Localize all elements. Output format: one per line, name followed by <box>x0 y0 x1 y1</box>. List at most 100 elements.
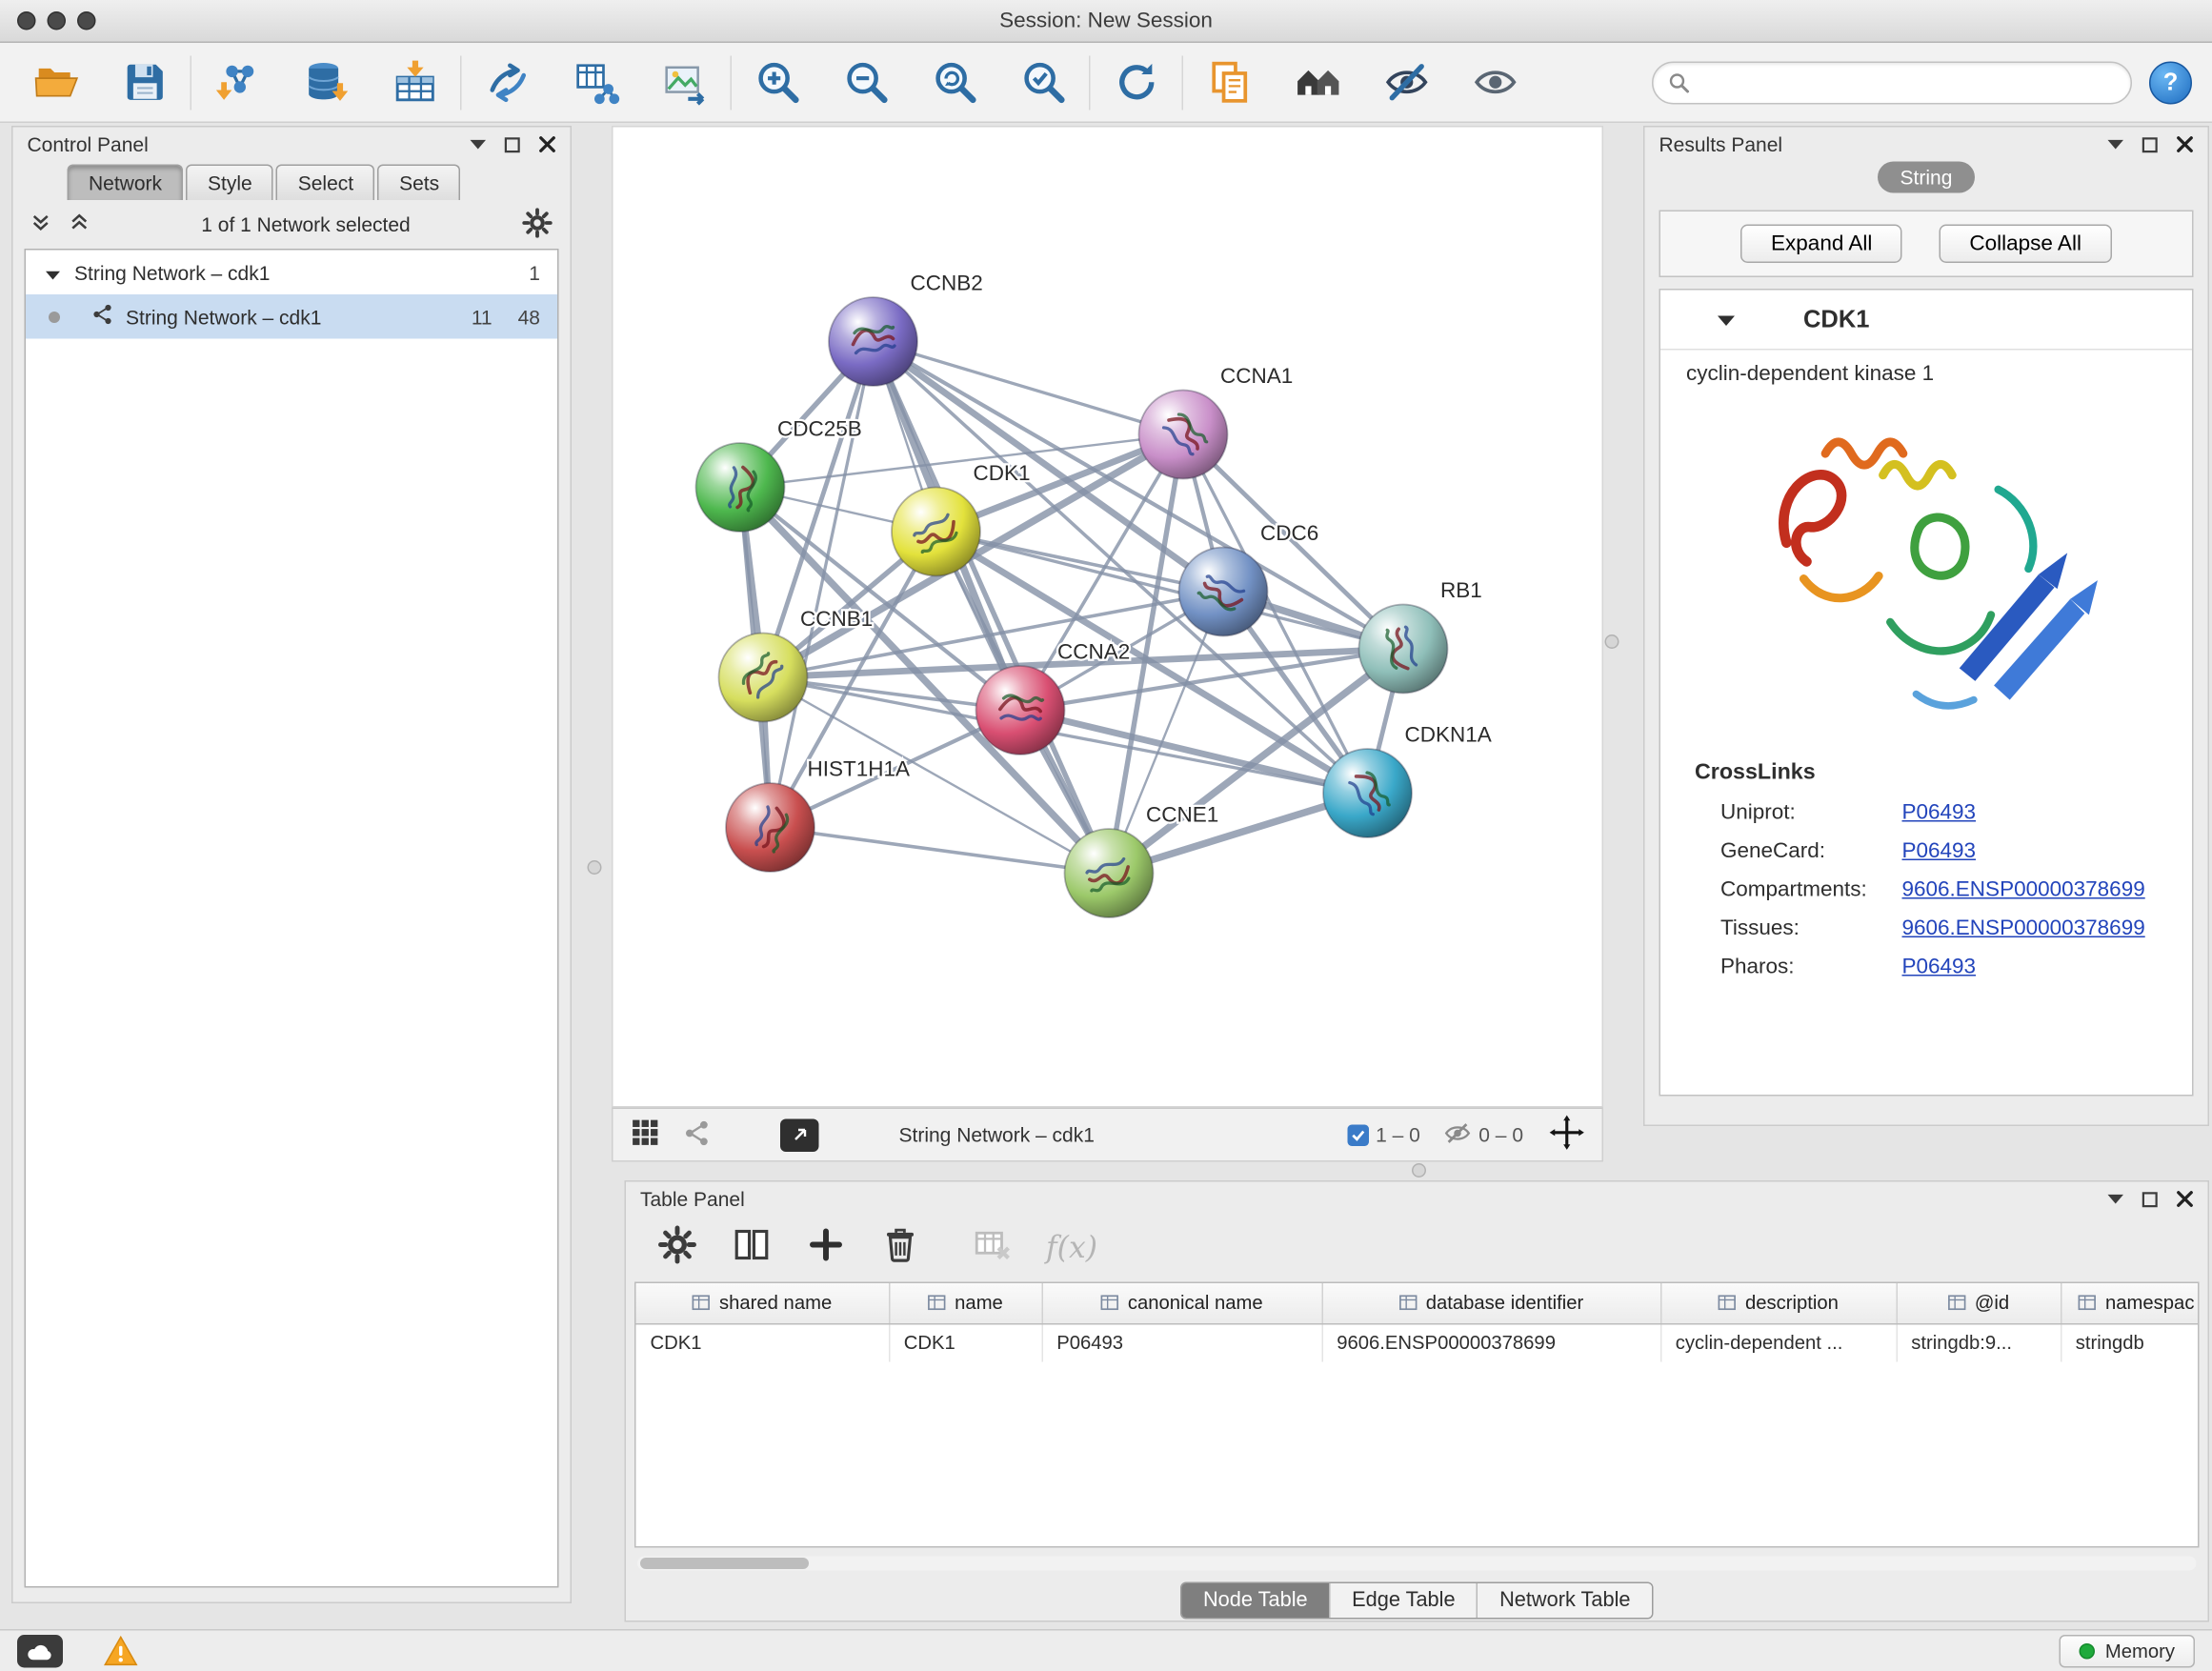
network-node-rb1[interactable] <box>1359 605 1448 694</box>
crosslink-genecard-link[interactable]: P06493 <box>1902 839 1977 864</box>
column-header-shared-name[interactable]: shared name <box>636 1283 890 1323</box>
detach-view-button[interactable] <box>780 1118 819 1152</box>
network-from-table-button[interactable] <box>569 55 623 110</box>
table-row[interactable]: CDK1 CDK1 P06493 9606.ENSP00000378699 cy… <box>636 1323 2200 1362</box>
zoom-fit-button[interactable] <box>928 55 982 110</box>
network-node-cdc25b[interactable] <box>696 443 785 532</box>
home-button[interactable] <box>1291 55 1345 110</box>
network-edge[interactable] <box>874 342 1184 435</box>
bottom-splitter-handle[interactable] <box>1412 1163 1426 1178</box>
network-node-ccna1[interactable] <box>1139 391 1228 479</box>
crosslink-tissues-link[interactable]: 9606.ENSP00000378699 <box>1902 916 2145 941</box>
zoom-in-button[interactable] <box>751 55 805 110</box>
column-header-description[interactable]: description <box>1660 1283 1897 1323</box>
expand-all-button[interactable]: Expand All <box>1741 225 1902 264</box>
export-image-button[interactable] <box>657 55 712 110</box>
collapse-section-icon[interactable] <box>1718 307 1735 332</box>
collapse-all-networks-icon[interactable] <box>30 211 52 237</box>
hide-selected-button[interactable] <box>1379 55 1434 110</box>
cloud-services-button[interactable] <box>17 1635 63 1668</box>
crosslink-uniprot-link[interactable]: P06493 <box>1902 800 1977 825</box>
network-graph[interactable]: CCNB2CCNA1CDC25BCDK1CDC6RB1CCNB1CCNA2CDK… <box>613 128 1605 1110</box>
table-settings-gear-icon[interactable] <box>657 1224 697 1272</box>
tab-string-results[interactable]: String <box>1878 162 1976 193</box>
collection-expand-icon[interactable] <box>46 261 60 284</box>
table-horizontal-scrollbar[interactable] <box>637 1557 2197 1571</box>
protein-card-header[interactable]: CDK1 <box>1660 291 2192 351</box>
network-selection-status: 1 of 1 Network selected <box>108 213 505 236</box>
panel-float-icon[interactable] <box>505 136 521 152</box>
help-button[interactable]: ? <box>2149 61 2192 104</box>
column-header-database-identifier[interactable]: database identifier <box>1322 1283 1661 1323</box>
show-columns-icon[interactable] <box>732 1224 772 1272</box>
show-all-button[interactable] <box>1468 55 1522 110</box>
import-network-file-button[interactable] <box>211 55 265 110</box>
network-node-cdc6[interactable] <box>1179 548 1268 636</box>
column-header-id[interactable]: @id <box>1897 1283 2061 1323</box>
panel-close-icon[interactable] <box>2177 1191 2194 1208</box>
panel-close-icon[interactable] <box>539 136 556 153</box>
grid-view-icon[interactable] <box>631 1117 661 1152</box>
control-panel-tabs: Network Style Select Sets <box>68 162 571 201</box>
panel-close-icon[interactable] <box>2177 136 2194 153</box>
column-header-canonical-name[interactable]: canonical name <box>1042 1283 1322 1323</box>
import-table-file-button[interactable] <box>388 55 442 110</box>
tab-network[interactable]: Network <box>68 165 184 201</box>
network-collection-button[interactable] <box>480 55 534 110</box>
open-session-button[interactable] <box>29 55 83 110</box>
column-header-name[interactable]: name <box>889 1283 1042 1323</box>
panel-float-icon[interactable] <box>2142 136 2159 152</box>
network-node-hist1h1a[interactable] <box>726 783 814 872</box>
selected-checkbox-icon[interactable] <box>1347 1124 1369 1146</box>
tab-node-table[interactable]: Node Table <box>1181 1583 1329 1618</box>
add-column-plus-icon[interactable] <box>806 1224 846 1272</box>
network-edge[interactable] <box>771 828 1110 874</box>
right-splitter-handle[interactable] <box>1605 634 1619 649</box>
tab-edge-table[interactable]: Edge Table <box>1329 1583 1477 1618</box>
zoom-selected-button[interactable] <box>1016 55 1071 110</box>
pan-crosshair-icon[interactable] <box>1549 1115 1585 1155</box>
crosslink-row: GeneCard: P06493 <box>1720 839 2192 864</box>
search-box[interactable] <box>1652 61 2132 104</box>
table-panel-header: Table Panel <box>626 1182 2208 1217</box>
tab-style[interactable]: Style <box>187 165 274 201</box>
search-input[interactable] <box>1700 70 2117 93</box>
hidden-eye-slash-icon[interactable] <box>1443 1118 1472 1152</box>
refresh-button[interactable] <box>1109 55 1163 110</box>
network-canvas[interactable]: CCNB2CCNA1CDC25BCDK1CDC6RB1CCNB1CCNA2CDK… <box>612 126 1603 1108</box>
memory-button[interactable]: Memory <box>2060 1635 2195 1668</box>
network-node-ccna2[interactable] <box>976 666 1065 755</box>
tab-select[interactable]: Select <box>276 165 374 201</box>
tab-network-table[interactable]: Network Table <box>1477 1583 1652 1618</box>
open-session-copy-button[interactable] <box>1202 55 1257 110</box>
panel-menu-icon[interactable] <box>471 139 487 150</box>
network-options-gear-icon[interactable] <box>522 207 553 243</box>
column-header-namespace[interactable]: namespac <box>2061 1283 2200 1323</box>
birdseye-view-icon[interactable] <box>683 1118 712 1152</box>
network-node-ccnb2[interactable] <box>829 297 917 386</box>
network-node-ccnb1[interactable] <box>719 634 808 722</box>
save-session-button[interactable] <box>117 55 171 110</box>
network-node-ccne1[interactable] <box>1065 829 1154 917</box>
left-splitter-handle[interactable] <box>588 860 602 875</box>
import-network-database-button[interactable] <box>299 55 353 110</box>
delete-column-trash-icon[interactable] <box>880 1224 920 1272</box>
crosslink-pharos-link[interactable]: P06493 <box>1902 955 1977 979</box>
warnings-button[interactable] <box>103 1634 139 1670</box>
panel-menu-icon[interactable] <box>2108 139 2124 150</box>
expand-all-networks-icon[interactable] <box>69 211 90 237</box>
network-row[interactable]: String Network – cdk1 11 48 <box>26 294 557 339</box>
selected-count: 1 – 0 <box>1376 1123 1420 1146</box>
panel-float-icon[interactable] <box>2142 1191 2159 1207</box>
zoom-out-button[interactable] <box>839 55 894 110</box>
scrollbar-thumb[interactable] <box>640 1558 809 1569</box>
network-edge[interactable] <box>874 342 1110 874</box>
crosslink-compartments-link[interactable]: 9606.ENSP00000378699 <box>1902 877 2145 902</box>
network-node-cdk1[interactable] <box>892 488 980 576</box>
panel-menu-icon[interactable] <box>2108 1194 2124 1204</box>
network-node-cdkn1a[interactable] <box>1323 749 1412 837</box>
network-edge[interactable] <box>771 342 874 828</box>
network-collection-row[interactable]: String Network – cdk1 1 <box>26 251 557 295</box>
collapse-all-button[interactable]: Collapse All <box>1940 225 2112 264</box>
tab-sets[interactable]: Sets <box>378 165 461 201</box>
